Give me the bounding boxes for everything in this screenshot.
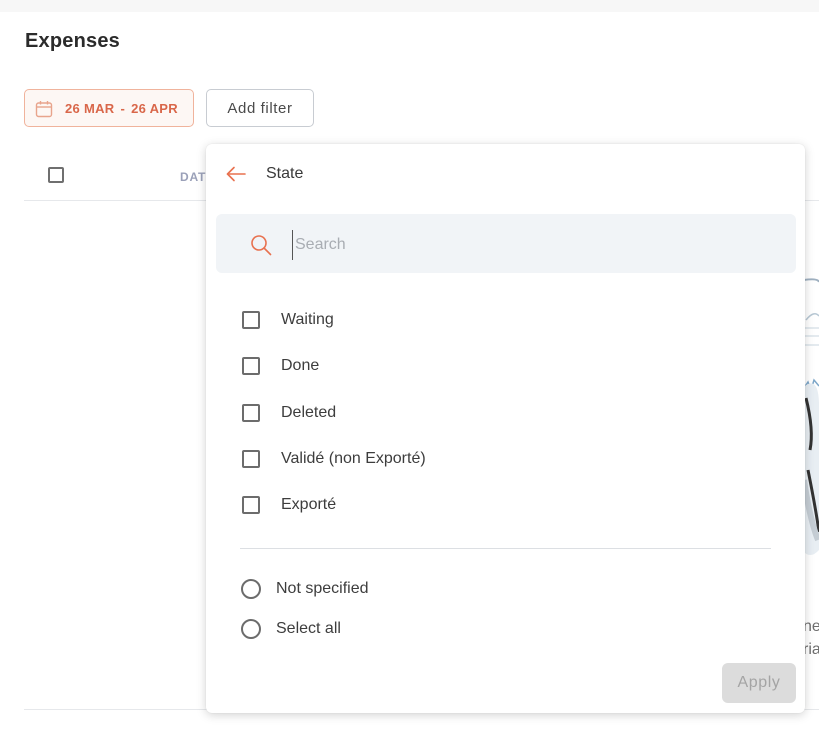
option-label: Validé (non Exporté)	[281, 450, 426, 467]
top-bar	[0, 0, 819, 12]
checkbox[interactable]	[242, 311, 260, 329]
options-divider	[240, 548, 771, 549]
select-all-rows-checkbox[interactable]	[48, 167, 64, 183]
option-done[interactable]: Done	[242, 354, 319, 378]
add-filter-button[interactable]: Add filter	[206, 89, 314, 127]
column-header-date[interactable]: DAT	[180, 170, 206, 184]
option-waiting[interactable]: Waiting	[242, 308, 334, 332]
empty-state-text-line-1: ne	[803, 618, 819, 635]
option-label: Done	[281, 357, 320, 374]
calendar-icon	[35, 101, 53, 118]
search-input[interactable]	[292, 230, 777, 260]
option-label: Deleted	[281, 404, 337, 421]
checkbox[interactable]	[242, 496, 260, 514]
option-deleted[interactable]: Deleted	[242, 401, 336, 425]
checkbox[interactable]	[242, 450, 260, 468]
search-box	[216, 214, 796, 273]
search-icon	[251, 235, 272, 256]
radio-select-all[interactable]: Select all	[241, 617, 341, 641]
date-range-label: 26 MAR -26 APR	[65, 101, 178, 116]
checkbox[interactable]	[242, 357, 260, 375]
apply-button[interactable]: Apply	[722, 663, 796, 703]
page-title: Expenses	[25, 30, 120, 52]
option-label: Waiting	[281, 311, 334, 328]
state-filter-dropdown: State Waiting Done Deleted Validé (non E…	[206, 144, 805, 713]
checkbox[interactable]	[242, 404, 260, 422]
option-label: Exporté	[281, 496, 337, 513]
radio-not-specified[interactable]: Not specified	[241, 577, 369, 601]
option-exporte[interactable]: Exporté	[242, 493, 336, 517]
date-separator: -	[120, 101, 126, 116]
dropdown-title: State	[266, 165, 304, 182]
radio-label: Not specified	[276, 580, 369, 597]
back-arrow-icon[interactable]	[226, 166, 246, 182]
date-range-filter[interactable]: 26 MAR -26 APR	[24, 89, 194, 127]
option-valide-non-exporte[interactable]: Validé (non Exporté)	[242, 447, 426, 471]
radio-label: Select all	[276, 620, 341, 637]
empty-state-text-line-2: ria	[803, 641, 819, 658]
date-start: 26 MAR	[65, 101, 115, 116]
radio-button[interactable]	[241, 579, 261, 599]
date-end: 26 APR	[131, 101, 178, 116]
radio-button[interactable]	[241, 619, 261, 639]
